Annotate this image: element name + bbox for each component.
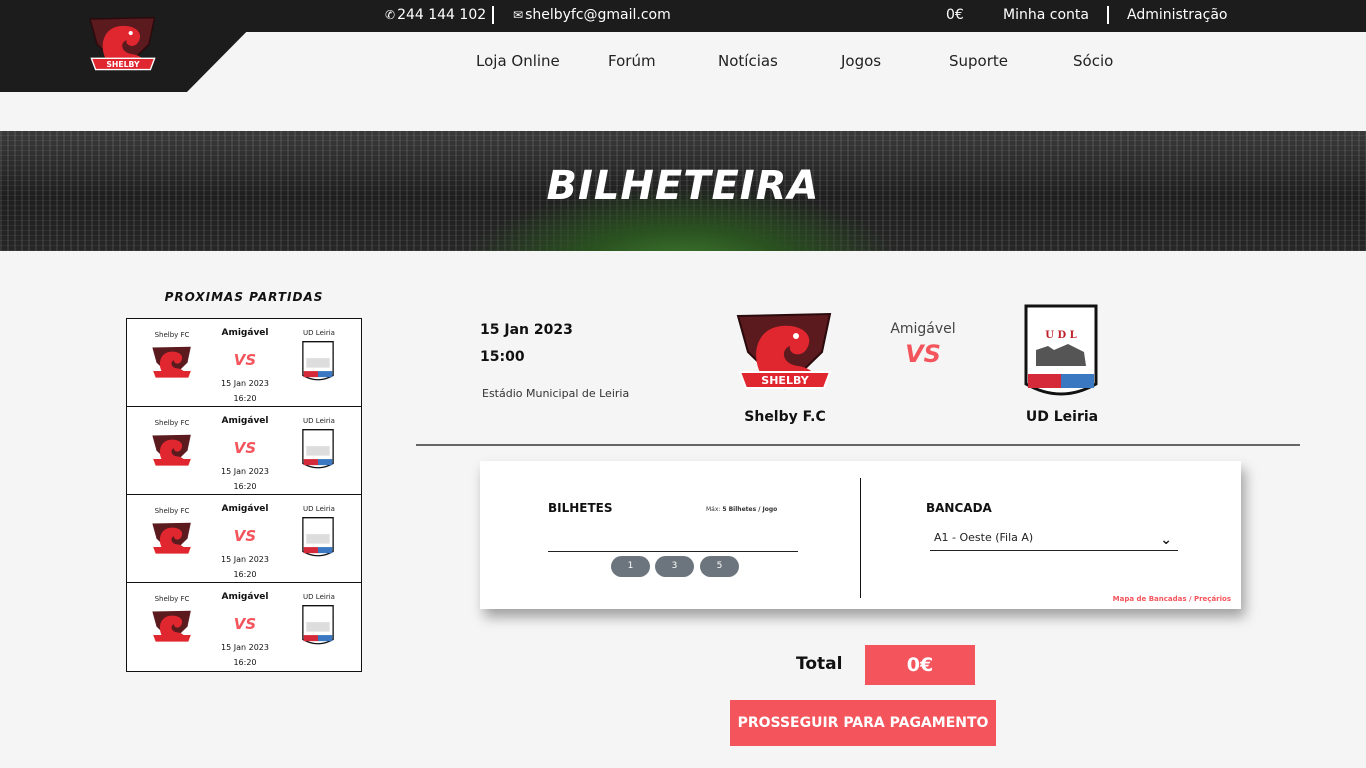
shelby-logo — [152, 522, 191, 554]
match-date: 15 Jan 2023 — [480, 322, 573, 338]
mail-icon: ✉ — [513, 8, 524, 22]
home-team-name: Shelby FC — [154, 419, 190, 427]
vs-label: VS — [905, 340, 941, 368]
phone-contact[interactable]: ✆ 244 144 102 — [385, 7, 486, 23]
match-date: 15 Jan 2023 — [221, 379, 269, 388]
max-prefix: Máx: — [706, 506, 723, 513]
ud-leiria-crest — [302, 605, 334, 645]
stand-map-link[interactable]: Mapa de Bancadas / Preçários — [1113, 595, 1231, 603]
home-team-name: Shelby F.C — [744, 409, 826, 425]
nav-socio[interactable]: Sócio — [1073, 52, 1113, 70]
email-address: shelbyfc@gmail.com — [525, 7, 671, 23]
ud-leiria-crest — [302, 429, 334, 469]
top-separator — [492, 6, 494, 24]
shelby-logo[interactable]: SHELBY — [82, 12, 164, 78]
competition-label: Amigável — [890, 321, 956, 337]
stand-select[interactable]: A1 - Oeste (Fila A) ⌄ — [930, 531, 1178, 551]
match-card[interactable]: Shelby FC Amigável VS 15 Jan 2023 16:20 … — [127, 319, 361, 407]
chevron-down-icon: ⌄ — [1160, 532, 1172, 548]
away-team-name: UD Leiria — [303, 329, 335, 337]
qty-5-button[interactable]: 5 — [700, 556, 739, 577]
vs-label: VS — [233, 527, 257, 545]
match-card[interactable]: Shelby FC Amigável VS 15 Jan 2023 16:20 … — [127, 495, 361, 583]
ud-leiria-crest — [302, 341, 334, 381]
section-divider — [416, 444, 1300, 446]
away-team-name: UD Leiria — [1025, 409, 1099, 425]
nav-loja-online[interactable]: Loja Online — [476, 52, 560, 70]
match-date: 15 Jan 2023 — [221, 643, 269, 652]
logo-text: SHELBY — [106, 60, 140, 69]
stand-selected-value: A1 - Oeste (Fila A) — [934, 531, 1034, 544]
upcoming-matches-title: PROXIMAS PARTIDAS — [164, 290, 324, 304]
match-time: 16:20 — [233, 482, 257, 491]
ud-leiria-crest — [302, 517, 334, 557]
qty-3-button[interactable]: 3 — [655, 556, 694, 577]
total-value: 0€ — [865, 645, 975, 685]
upcoming-matches-list: Shelby FC Amigável VS 15 Jan 2023 16:20 … — [126, 318, 362, 672]
competition-label: Amigável — [221, 416, 269, 426]
cart-total-link[interactable]: 0€ — [946, 7, 964, 23]
shelby-logo — [152, 434, 191, 466]
page-title: BILHETEIRA — [546, 163, 820, 209]
home-team-name: Shelby FC — [154, 595, 190, 603]
phone-icon: ✆ — [385, 8, 396, 22]
email-contact[interactable]: ✉ shelbyfc@gmail.com — [513, 7, 671, 23]
match-card[interactable]: Shelby FC Amigável VS 15 Jan 2023 16:20 … — [127, 407, 361, 495]
nav-jogos[interactable]: Jogos — [841, 52, 881, 70]
nav-noticias[interactable]: Notícias — [718, 52, 778, 70]
max-value: 5 Bilhetes / Jogo — [722, 506, 778, 513]
top-separator — [1107, 6, 1109, 24]
match-card[interactable]: Shelby FC Amigável VS 15 Jan 2023 16:20 … — [127, 583, 361, 671]
ud-leiria-crest: U D L — [1024, 304, 1098, 396]
qty-1-button[interactable]: 1 — [611, 556, 650, 577]
tickets-max-note: Máx: 5 Bilhetes / Jogo — [706, 506, 777, 513]
away-team-name: UD Leiria — [303, 417, 335, 425]
shelby-logo — [152, 346, 191, 378]
crest-text: U D L — [1045, 330, 1076, 341]
account-link[interactable]: Minha conta — [1003, 7, 1089, 23]
match-venue: Estádio Municipal de Leiria — [482, 387, 630, 400]
away-team-name: UD Leiria — [303, 505, 335, 513]
away-team-name: UD Leiria — [303, 593, 335, 601]
competition-label: Amigável — [221, 504, 269, 514]
nav-forum[interactable]: Forúm — [608, 52, 656, 70]
admin-link[interactable]: Administração — [1127, 7, 1227, 23]
proceed-to-payment-button[interactable]: PROSSEGUIR PARA PAGAMENTO — [730, 700, 996, 746]
match-date: 15 Jan 2023 — [221, 467, 269, 476]
match-time: 16:20 — [233, 394, 257, 403]
vs-label: VS — [233, 439, 257, 457]
match-time: 16:20 — [233, 570, 257, 579]
match-time: 16:20 — [233, 658, 257, 667]
match-time: 15:00 — [480, 349, 525, 365]
panel-divider — [860, 478, 861, 598]
stand-label: BANCADA — [926, 501, 992, 515]
logo-text: SHELBY — [761, 374, 809, 387]
phone-number: 244 144 102 — [397, 7, 487, 23]
home-team-name: Shelby FC — [154, 507, 190, 515]
competition-label: Amigável — [221, 328, 269, 338]
competition-label: Amigável — [221, 592, 269, 602]
total-label: Total — [796, 654, 843, 674]
nav-suporte[interactable]: Suporte — [949, 52, 1008, 70]
ticket-quantity-input[interactable] — [548, 531, 798, 552]
match-date: 15 Jan 2023 — [221, 555, 269, 564]
ticket-panel: BILHETES Máx: 5 Bilhetes / Jogo 1 3 5 BA… — [480, 461, 1241, 609]
shelby-logo — [152, 610, 191, 642]
shelby-logo: SHELBY — [736, 312, 832, 390]
tickets-label: BILHETES — [548, 501, 613, 515]
vs-label: VS — [233, 615, 257, 633]
home-team-name: Shelby FC — [154, 331, 190, 339]
vs-label: VS — [233, 351, 257, 369]
